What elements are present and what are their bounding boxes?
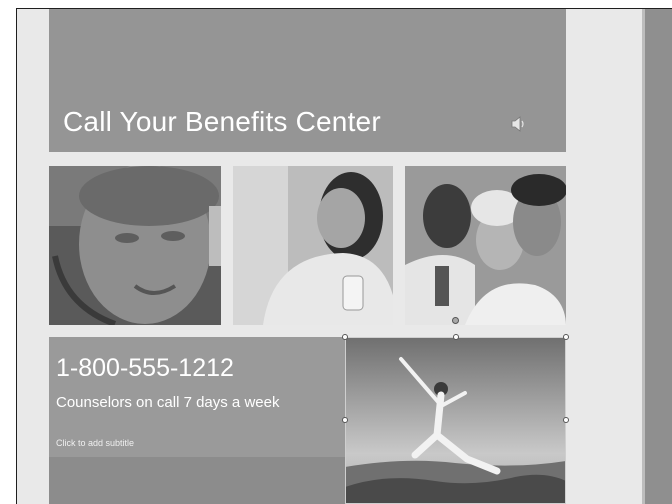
photo-medical-team[interactable] xyxy=(405,166,566,325)
speaker-icon[interactable] xyxy=(508,114,528,134)
photo-yoga-woman[interactable] xyxy=(345,337,566,504)
title-placeholder[interactable]: Call Your Benefits Center xyxy=(49,9,566,152)
resize-handle-mid-right[interactable] xyxy=(563,417,569,423)
info-panel[interactable]: 1-800-555-1212 Counselors on call 7 days… xyxy=(49,337,346,504)
phone-number[interactable]: 1-800-555-1212 xyxy=(56,354,234,383)
next-slide-edge[interactable] xyxy=(642,9,672,504)
counselors-text[interactable]: Counselors on call 7 days a week xyxy=(56,394,279,411)
slide-editor-canvas: Call Your Benefits Center 1-800-555-1212… xyxy=(16,8,672,504)
photo-woman-glass[interactable] xyxy=(233,166,393,325)
photo-doctor-man[interactable] xyxy=(49,166,221,325)
rotate-handle[interactable] xyxy=(452,317,459,324)
resize-handle-top-center[interactable] xyxy=(453,334,459,340)
subtitle-placeholder[interactable]: Click to add subtitle xyxy=(56,438,134,448)
resize-handle-top-left[interactable] xyxy=(342,334,348,340)
slide-title[interactable]: Call Your Benefits Center xyxy=(63,106,381,138)
resize-handle-top-right[interactable] xyxy=(563,334,569,340)
resize-handle-mid-left[interactable] xyxy=(342,417,348,423)
